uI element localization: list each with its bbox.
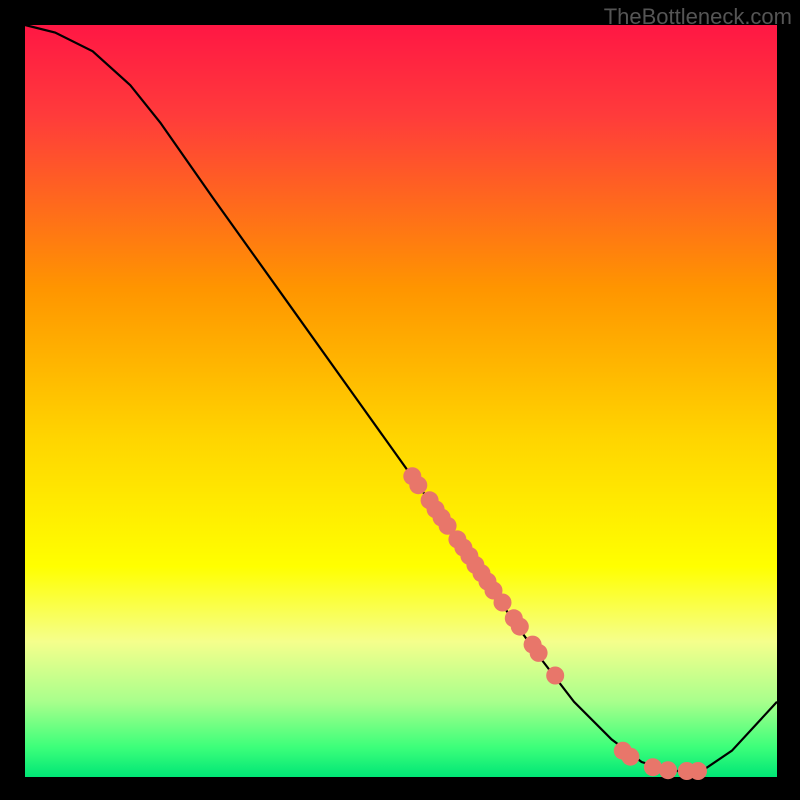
chart-container: TheBottleneck.com	[0, 0, 800, 800]
scatter-point	[409, 476, 427, 494]
scatter-point	[546, 667, 564, 685]
watermark-text: TheBottleneck.com	[604, 4, 792, 30]
scatter-point	[621, 748, 639, 766]
scatter-point	[494, 594, 512, 612]
chart-background	[25, 25, 777, 777]
scatter-point	[659, 761, 677, 779]
scatter-point	[511, 618, 529, 636]
scatter-point	[530, 644, 548, 662]
scatter-point	[689, 762, 707, 780]
scatter-point	[644, 758, 662, 776]
bottleneck-chart	[0, 0, 800, 800]
